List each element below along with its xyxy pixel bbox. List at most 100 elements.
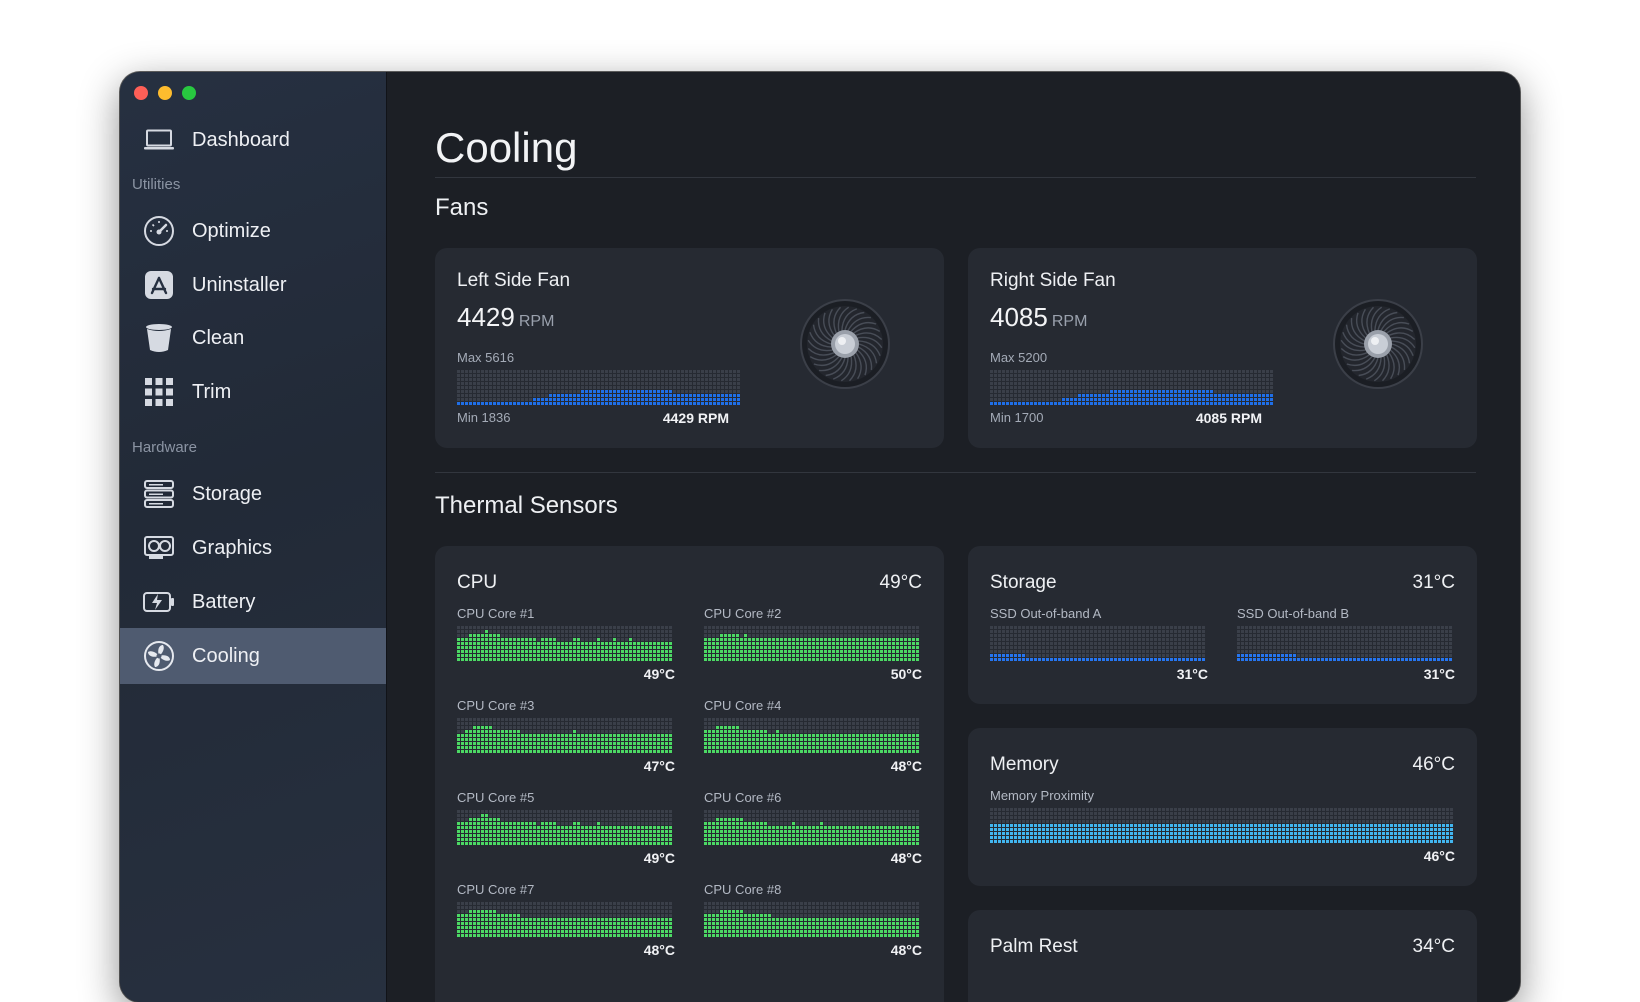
chart-bar-cell	[621, 654, 624, 657]
chart-bar-cell	[796, 838, 799, 841]
chart-empty-cell	[545, 394, 548, 397]
sidebar-item-dashboard[interactable]: Dashboard	[120, 112, 386, 168]
sidebar-item-battery[interactable]: Battery	[120, 574, 386, 630]
chart-bar-cell	[744, 934, 747, 937]
chart-bar-cell	[653, 918, 656, 921]
chart-bar-cell	[645, 922, 648, 925]
chart-bar-cell	[748, 638, 751, 641]
chart-bar-cell	[473, 650, 476, 653]
zoom-window-button[interactable]	[182, 86, 196, 100]
chart-empty-cell	[1018, 370, 1021, 373]
chart-empty-cell	[613, 818, 616, 821]
chart-empty-cell	[549, 906, 552, 909]
sidebar-item-graphics[interactable]: Graphics	[120, 520, 386, 576]
chart-empty-cell	[900, 818, 903, 821]
chart-empty-cell	[824, 626, 827, 629]
chart-bar-cell	[465, 842, 468, 845]
chart-bar-cell	[489, 746, 492, 749]
chart-bar-cell	[1094, 398, 1097, 401]
chart-bar-cell	[597, 658, 600, 661]
chart-empty-cell	[593, 822, 596, 825]
chart-empty-cell	[573, 914, 576, 917]
chart-empty-cell	[585, 730, 588, 733]
chart-bar-cell	[844, 742, 847, 745]
chart-bar-cell	[760, 646, 763, 649]
chart-bar-cell	[756, 918, 759, 921]
chart-bar-cell	[832, 658, 835, 661]
chart-empty-cell	[900, 730, 903, 733]
sidebar-item-storage[interactable]: Storage	[120, 466, 386, 522]
chart-empty-cell	[1006, 370, 1009, 373]
close-window-button[interactable]	[134, 86, 148, 100]
chart-bar-cell	[896, 838, 899, 841]
sidebar-item-uninstaller[interactable]: Uninstaller	[120, 257, 386, 313]
chart-empty-cell	[752, 902, 755, 905]
chart-bar-cell	[896, 742, 899, 745]
chart-empty-cell	[541, 634, 544, 637]
chart-empty-cell	[649, 382, 652, 385]
chart-bar-cell	[593, 394, 596, 397]
chart-empty-cell	[816, 634, 819, 637]
chart-bar-cell	[916, 654, 919, 657]
chart-bar-cell	[764, 930, 767, 933]
chart-bar-cell	[481, 838, 484, 841]
chart-bar-cell	[549, 922, 552, 925]
sidebar-item-optimize[interactable]: Optimize	[120, 203, 386, 259]
chart-empty-cell	[713, 386, 716, 389]
chart-bar-cell	[908, 642, 911, 645]
chart-empty-cell	[792, 818, 795, 821]
chart-bar-cell	[708, 822, 711, 825]
chart-bar-cell	[581, 402, 584, 405]
chart-empty-cell	[517, 394, 520, 397]
chart-bar-cell	[589, 394, 592, 397]
chart-empty-cell	[764, 818, 767, 821]
sidebar-item-trim[interactable]: Trim	[120, 364, 386, 420]
chart-empty-cell	[505, 398, 508, 401]
chart-bar-cell	[493, 818, 496, 821]
chart-bar-cell	[728, 646, 731, 649]
chart-bar-cell	[832, 746, 835, 749]
chart-bar-cell	[457, 746, 460, 749]
chart-bar-cell	[613, 390, 616, 393]
chart-bar-cell	[485, 642, 488, 645]
chart-bar-cell	[537, 398, 540, 401]
chart-empty-cell	[601, 630, 604, 633]
chart-empty-cell	[489, 370, 492, 373]
chart-empty-cell	[796, 810, 799, 813]
chart-bar-cell	[481, 830, 484, 833]
chart-empty-cell	[613, 814, 616, 817]
chart-empty-cell	[665, 914, 668, 917]
chart-empty-cell	[601, 382, 604, 385]
chart-bar-cell	[645, 642, 648, 645]
chart-bar-cell	[541, 734, 544, 737]
sidebar-item-cooling[interactable]: Cooling	[120, 628, 386, 684]
chart-bar-cell	[497, 738, 500, 741]
chart-empty-cell	[461, 394, 464, 397]
chart-empty-cell	[617, 814, 620, 817]
chart-empty-cell	[880, 730, 883, 733]
chart-empty-cell	[517, 382, 520, 385]
chart-empty-cell	[569, 914, 572, 917]
chart-empty-cell	[557, 910, 560, 913]
chart-bar-cell	[744, 914, 747, 917]
chart-bar-cell	[509, 738, 512, 741]
chart-empty-cell	[601, 718, 604, 721]
chart-empty-cell	[665, 910, 668, 913]
sidebar-item-clean[interactable]: Clean	[120, 310, 386, 366]
chart-empty-cell	[1170, 370, 1173, 373]
chart-bar-cell	[549, 646, 552, 649]
minimize-window-button[interactable]	[158, 86, 172, 100]
chart-bar-cell	[609, 918, 612, 921]
chart-bar-cell	[609, 834, 612, 837]
chart-empty-cell	[998, 382, 1001, 385]
chart-bar-cell	[609, 750, 612, 753]
chart-empty-cell	[641, 910, 644, 913]
sensor-temp-chart	[704, 902, 919, 937]
chart-empty-cell	[792, 730, 795, 733]
chart-bar-cell	[629, 650, 632, 653]
chart-empty-cell	[704, 626, 707, 629]
chart-bar-cell	[529, 642, 532, 645]
chart-empty-cell	[549, 390, 552, 393]
chart-empty-cell	[649, 722, 652, 725]
chart-bar-cell	[756, 650, 759, 653]
